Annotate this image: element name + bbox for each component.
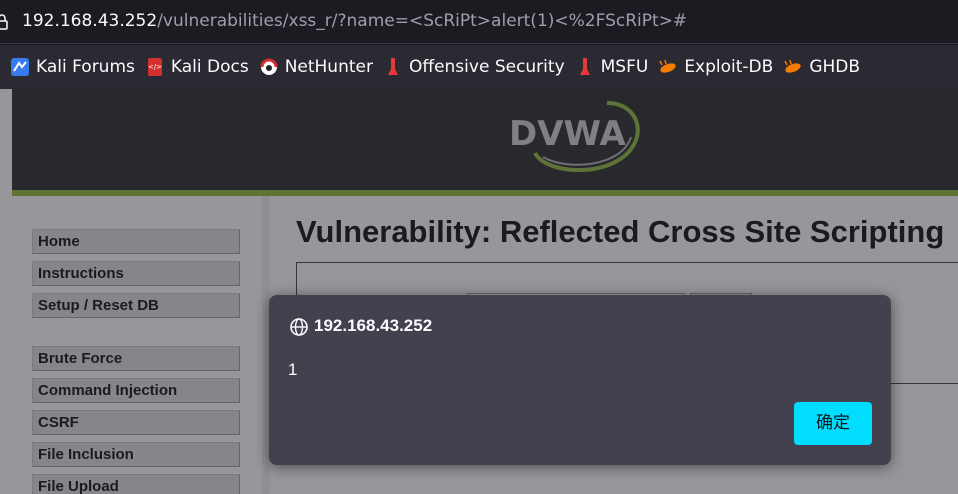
nethunter-icon — [259, 57, 279, 77]
svg-text:</>: </> — [148, 63, 162, 71]
dialog-message: 1 — [288, 360, 298, 379]
bookmark-label: MSFU — [600, 57, 649, 77]
bookmark-label: NetHunter — [284, 57, 373, 77]
dialog-origin: 192.168.43.252 — [314, 316, 433, 335]
bookmark-label: Kali Docs — [170, 57, 249, 77]
url-bar[interactable]: 192.168.43.252/vulnerabilities/xss_r/?na… — [0, 0, 958, 44]
bookmark-kali-docs[interactable]: </> Kali Docs — [145, 57, 249, 77]
bookmark-kali-forums[interactable]: Kali Forums — [10, 57, 135, 77]
kali-docs-icon: </> — [145, 57, 165, 77]
bookmark-nethunter[interactable]: NetHunter — [259, 57, 373, 77]
alert-dialog: 192.168.43.252 1 确定 — [269, 295, 891, 465]
bookmark-label: GHDB — [809, 57, 861, 77]
bookmark-label: Offensive Security — [408, 57, 565, 77]
exploitdb-icon — [658, 57, 678, 77]
kali-forums-icon — [10, 57, 30, 77]
msfu-icon — [575, 57, 595, 77]
bookmark-ghdb[interactable]: GHDB — [783, 57, 860, 77]
globe-icon — [290, 318, 308, 336]
url-host: 192.168.43.252 — [22, 11, 158, 31]
url-text[interactable]: 192.168.43.252/vulnerabilities/xss_r/?na… — [22, 11, 687, 31]
ok-button[interactable]: 确定 — [794, 402, 872, 445]
bookmark-label: Exploit-DB — [684, 57, 774, 77]
offsec-icon — [383, 57, 403, 77]
bookmark-offensive-security[interactable]: Offensive Security — [383, 57, 565, 77]
bookmarks-toolbar: Kali Forums </> Kali Docs NetHunter Offe… — [0, 45, 958, 89]
lock-icon — [0, 14, 8, 30]
url-path: /vulnerabilities/xss_r/?name=<ScRiPt>ale… — [157, 11, 688, 31]
bookmark-label: Kali Forums — [36, 57, 135, 77]
bookmark-msfu[interactable]: MSFU — [575, 57, 649, 77]
bookmark-exploit-db[interactable]: Exploit-DB — [658, 57, 773, 77]
ghdb-icon — [783, 57, 803, 77]
